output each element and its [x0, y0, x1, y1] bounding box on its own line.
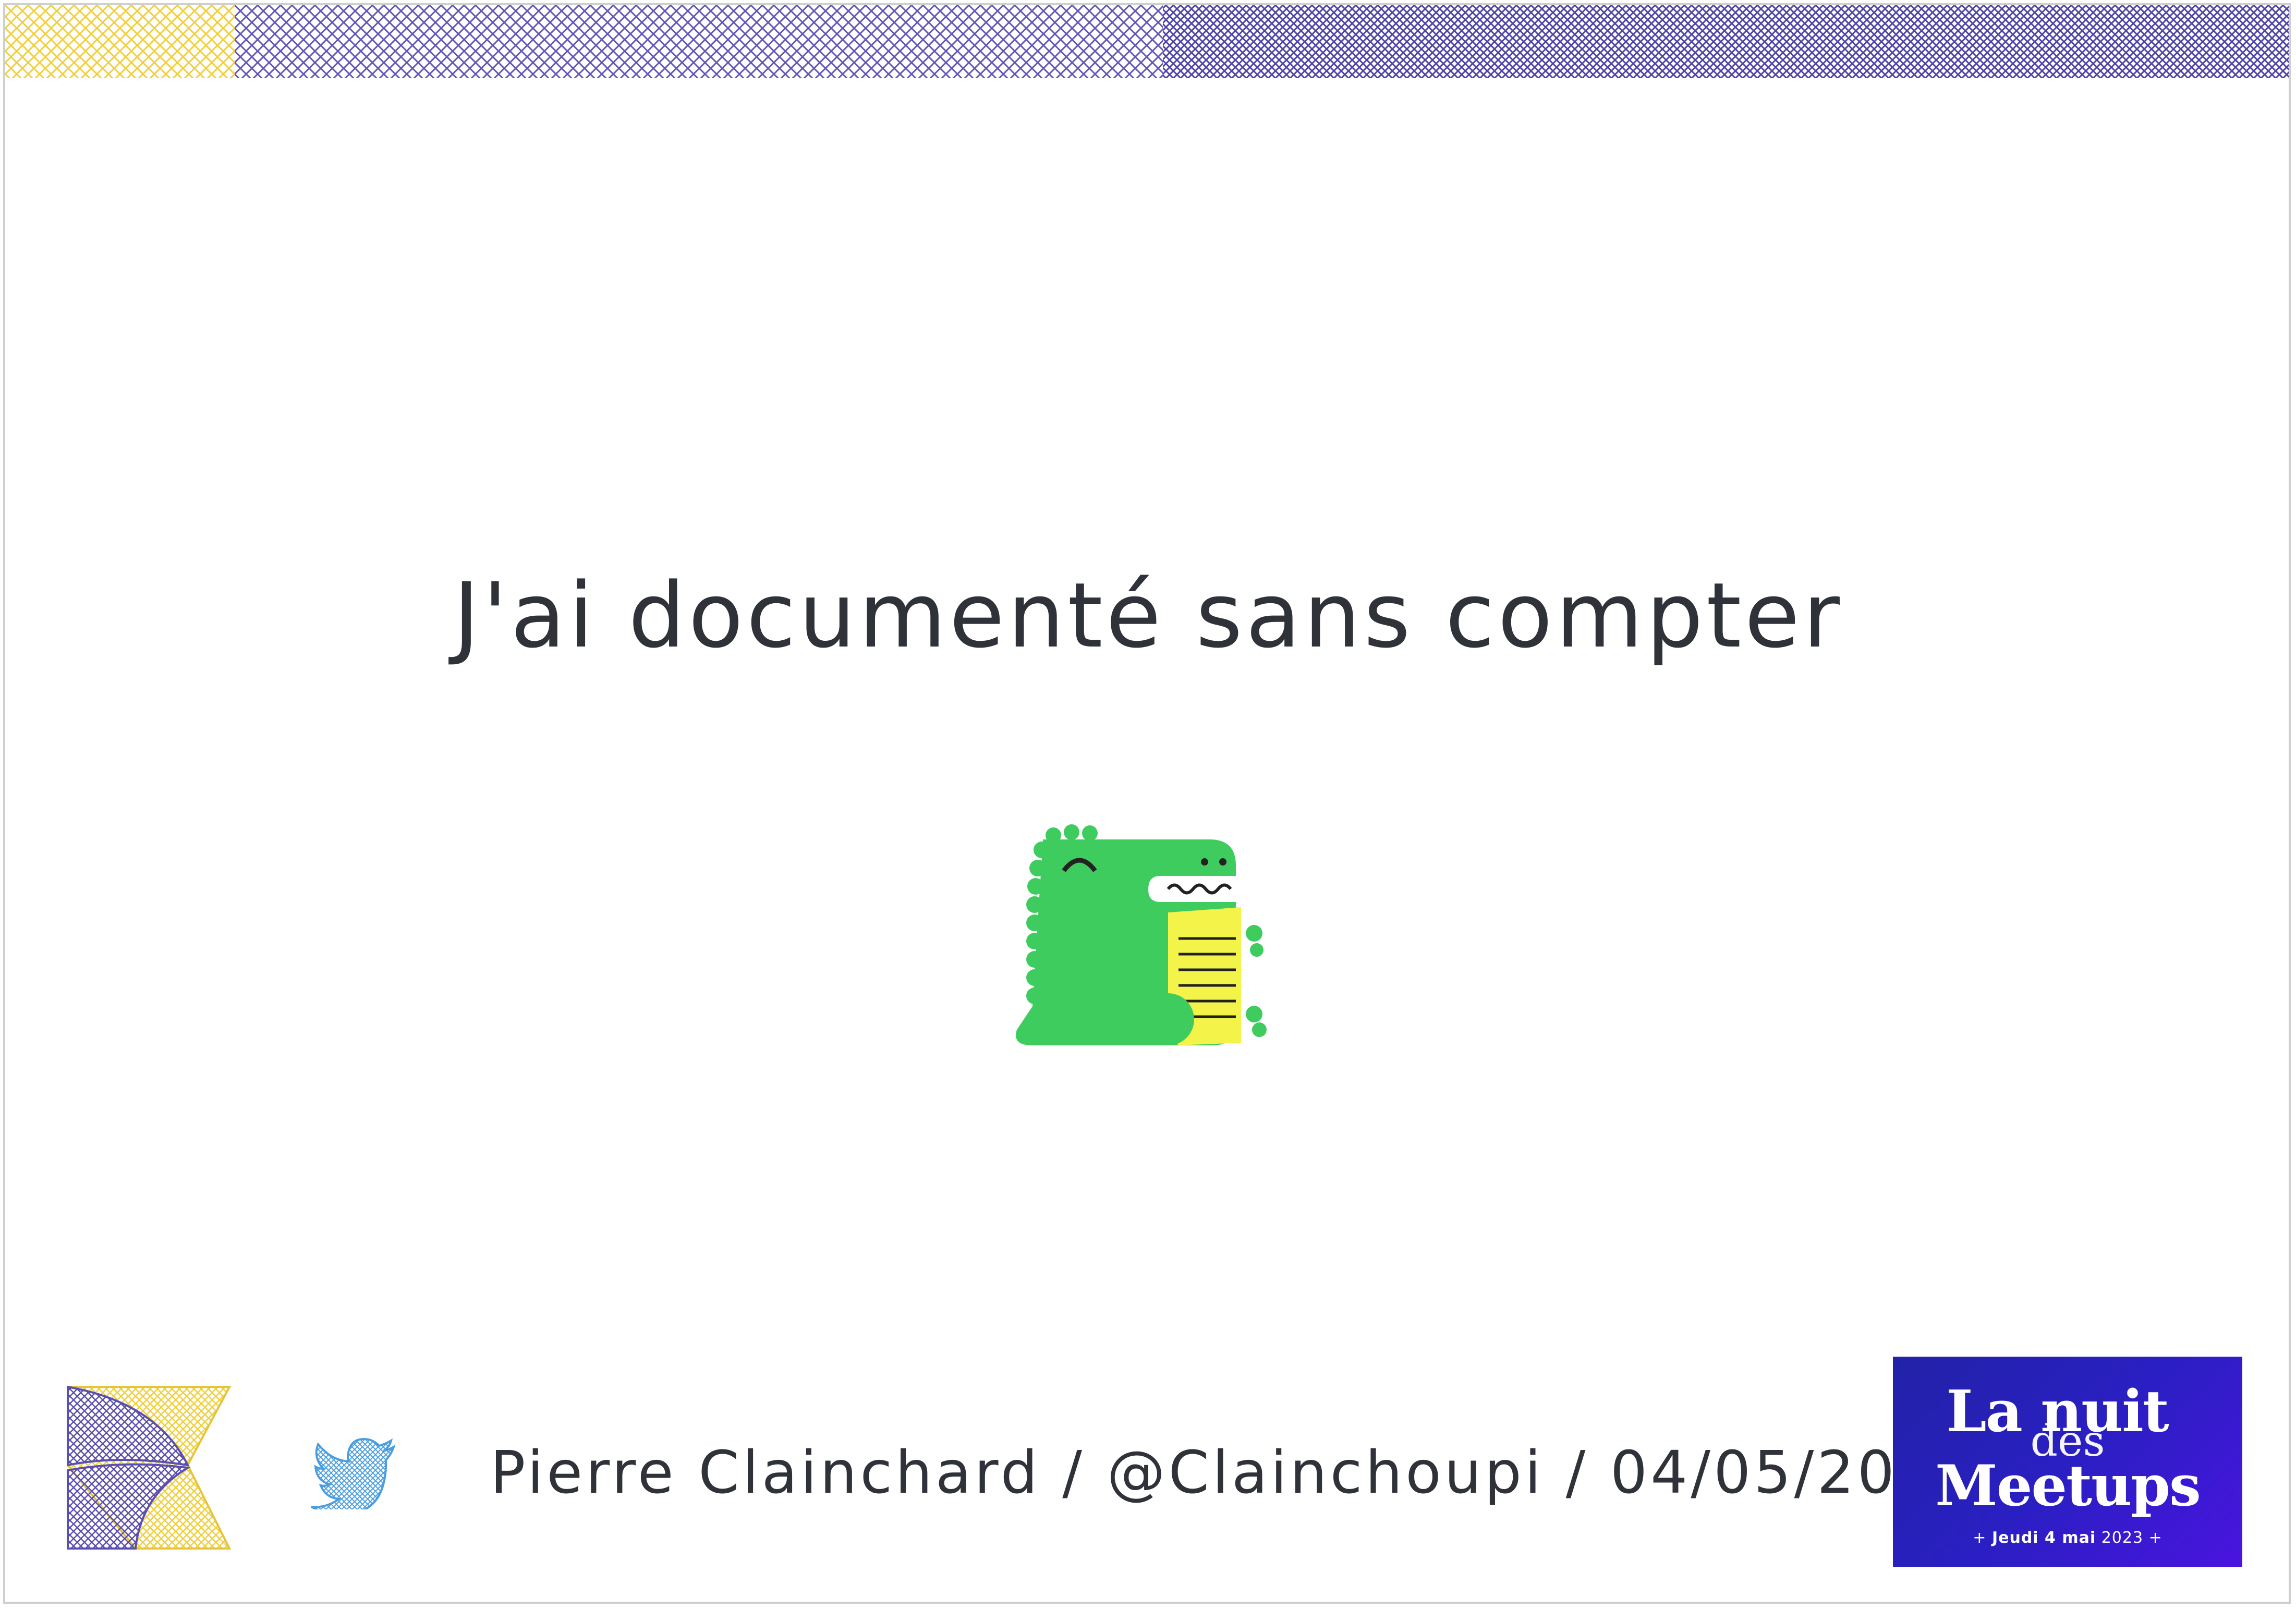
crosshatch-band-graphic [5, 5, 2289, 78]
slide-title: J'ai documenté sans compter [453, 563, 1843, 668]
badge-line-meetups: Meetups [1935, 1453, 2201, 1519]
speaker-byline: Pierre Clainchard / @Clainchoupi / 04/05… [490, 1439, 1978, 1507]
k-shape-logo-icon [63, 1382, 235, 1554]
twitter-bird-icon[interactable] [310, 1436, 396, 1509]
badge-date-suffix: + [2148, 1529, 2163, 1547]
twitter-bird-graphic [311, 1437, 396, 1509]
badge-date-year: 2023 [2101, 1529, 2144, 1547]
k-logo-graphic [67, 1385, 232, 1550]
badge-date-main: Jeudi 4 mai [1991, 1529, 2096, 1547]
badge-date-prefix: + [1973, 1529, 1987, 1547]
la-nuit-des-meetups-badge: La nuit des Meetups + Jeudi 4 mai 2023 + [1893, 1357, 2242, 1567]
dinosaur-graphic [1016, 824, 1267, 1045]
badge-date-line: + Jeudi 4 mai 2023 + [1893, 1529, 2242, 1547]
docusaurus-dinosaur-mascot-icon [1012, 808, 1293, 1053]
top-crosshatch-band [5, 5, 2289, 78]
